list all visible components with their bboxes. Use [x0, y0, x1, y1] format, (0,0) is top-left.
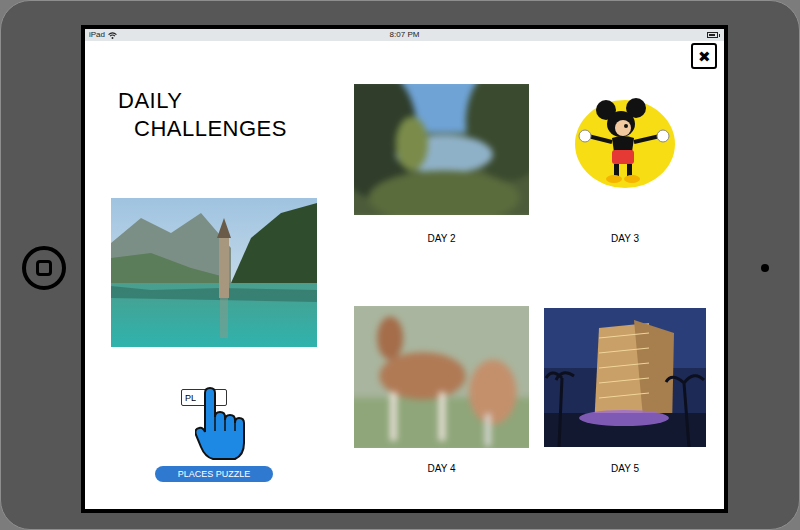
day-label: DAY 4	[428, 463, 456, 475]
battery-fill	[709, 34, 715, 36]
close-button[interactable]: ✖	[691, 43, 717, 69]
places-puzzle-button[interactable]: PLACES PUZZLE	[155, 466, 273, 482]
day-label: DAY 2	[428, 233, 456, 245]
day-card[interactable]	[354, 306, 529, 448]
home-button[interactable]	[22, 246, 66, 290]
day-label: DAY 5	[611, 463, 639, 475]
status-bar: iPad 8:07 PM	[85, 29, 724, 41]
tablet-frame: iPad 8:07 PM ✖	[0, 0, 800, 530]
day-card[interactable]	[354, 84, 529, 215]
day-card[interactable]	[570, 96, 680, 193]
close-icon: ✖	[698, 49, 711, 64]
featured-picture[interactable]	[111, 198, 317, 347]
places-button-preview[interactable]: PL	[179, 384, 249, 462]
screen: iPad 8:07 PM ✖	[81, 25, 728, 513]
pointing-hand-icon	[195, 387, 245, 461]
clock: 8:07 PM	[390, 30, 420, 39]
device-name: iPad	[89, 30, 105, 40]
page-title: DAILY CHALLENGES	[118, 87, 341, 143]
camera-dot	[761, 264, 769, 272]
wifi-icon	[108, 32, 117, 39]
challenges-panel: ✖ DAILY CHALLENGES	[85, 41, 724, 509]
day-card[interactable]	[544, 308, 706, 447]
battery-icon	[707, 32, 718, 38]
day-label: DAY 3	[611, 233, 639, 245]
